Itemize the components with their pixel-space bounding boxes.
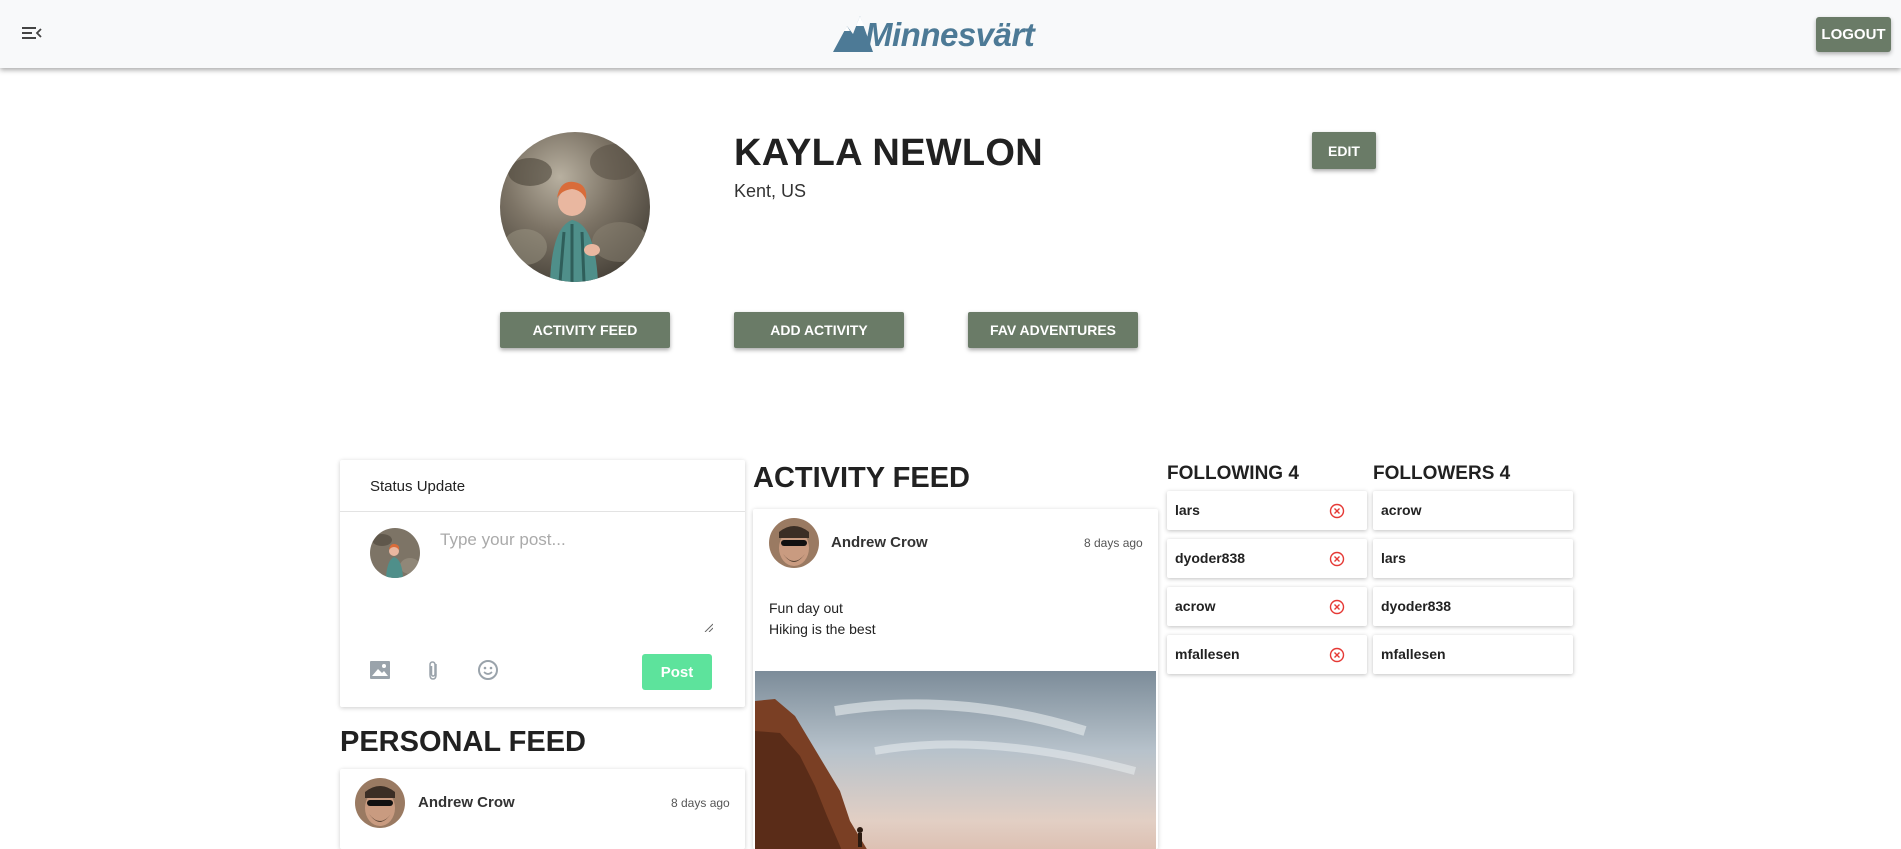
brand-logo[interactable]: Minnesvärt bbox=[833, 8, 1035, 58]
profile-avatar bbox=[500, 132, 650, 282]
post-line: Hiking is the best bbox=[769, 621, 876, 637]
following-item[interactable]: dyoder838 bbox=[1167, 539, 1367, 578]
followers-list: acrow lars dyoder838 mfallesen bbox=[1373, 491, 1573, 683]
resize-grip-icon[interactable] bbox=[703, 622, 713, 632]
follower-username[interactable]: mfallesen bbox=[1381, 646, 1446, 662]
followers-title: FOLLOWERS 4 bbox=[1373, 463, 1511, 484]
follower-item[interactable]: mfallesen bbox=[1373, 635, 1573, 674]
follower-item[interactable]: dyoder838 bbox=[1373, 587, 1573, 626]
activity-feed-title: ACTIVITY FEED bbox=[753, 462, 970, 494]
post-photo[interactable] bbox=[755, 671, 1156, 849]
personal-feed-post: Andrew Crow 8 days ago bbox=[340, 769, 745, 849]
activity-feed-post: Andrew Crow 8 days ago Fun day out Hikin… bbox=[753, 509, 1158, 849]
following-item[interactable]: mfallesen bbox=[1167, 635, 1367, 674]
following-username[interactable]: lars bbox=[1175, 502, 1200, 518]
post-body: Fun day out Hiking is the best bbox=[769, 598, 876, 640]
profile-location: Kent, US bbox=[734, 181, 807, 201]
add-activity-button[interactable]: ADD ACTIVITY bbox=[734, 312, 904, 348]
following-list: lars dyoder838 acrow mfallesen bbox=[1167, 491, 1367, 683]
following-item[interactable]: lars bbox=[1167, 491, 1367, 530]
post-author-name[interactable]: Andrew Crow bbox=[831, 534, 928, 551]
follower-item[interactable]: lars bbox=[1373, 539, 1573, 578]
post-author-avatar bbox=[769, 518, 819, 568]
following-username[interactable]: mfallesen bbox=[1175, 646, 1240, 662]
following-title: FOLLOWING 4 bbox=[1167, 463, 1299, 484]
status-avatar bbox=[370, 528, 420, 578]
top-navbar: Minnesvärt LOGOUT bbox=[0, 0, 1901, 68]
follower-item[interactable]: acrow bbox=[1373, 491, 1573, 530]
image-icon[interactable] bbox=[369, 659, 391, 681]
post-timestamp: 8 days ago bbox=[671, 796, 730, 810]
unfollow-icon[interactable] bbox=[1329, 551, 1345, 567]
smiley-icon[interactable] bbox=[477, 659, 499, 681]
unfollow-icon[interactable] bbox=[1329, 647, 1345, 663]
follower-username[interactable]: acrow bbox=[1381, 502, 1421, 518]
post-timestamp: 8 days ago bbox=[1084, 536, 1143, 550]
logout-button[interactable]: LOGOUT bbox=[1816, 17, 1891, 52]
follower-username[interactable]: dyoder838 bbox=[1381, 598, 1451, 614]
activity-feed-button[interactable]: ACTIVITY FEED bbox=[500, 312, 670, 348]
following-item[interactable]: acrow bbox=[1167, 587, 1367, 626]
profile-name: KAYLA NEWLON bbox=[734, 132, 1044, 174]
menu-collapse-icon[interactable] bbox=[22, 25, 42, 41]
follower-username[interactable]: lars bbox=[1381, 550, 1406, 566]
following-username[interactable]: acrow bbox=[1175, 598, 1215, 614]
paperclip-icon[interactable] bbox=[423, 659, 445, 681]
edit-profile-button[interactable]: EDIT bbox=[1312, 132, 1376, 169]
post-button[interactable]: Post bbox=[642, 654, 712, 690]
fav-adventures-button[interactable]: FAV ADVENTURES bbox=[968, 312, 1138, 348]
unfollow-icon[interactable] bbox=[1329, 599, 1345, 615]
post-author-name[interactable]: Andrew Crow bbox=[418, 794, 515, 811]
post-line: Fun day out bbox=[769, 600, 843, 616]
unfollow-icon[interactable] bbox=[1329, 503, 1345, 519]
following-username[interactable]: dyoder838 bbox=[1175, 550, 1245, 566]
personal-feed-title: PERSONAL FEED bbox=[340, 726, 587, 758]
status-update-title: Status Update bbox=[340, 460, 745, 512]
brand-wordmark: Minnesvärt bbox=[865, 16, 1035, 53]
post-author-avatar bbox=[355, 778, 405, 828]
status-update-card: Status Update Post bbox=[340, 460, 745, 707]
post-textarea[interactable] bbox=[440, 530, 715, 630]
